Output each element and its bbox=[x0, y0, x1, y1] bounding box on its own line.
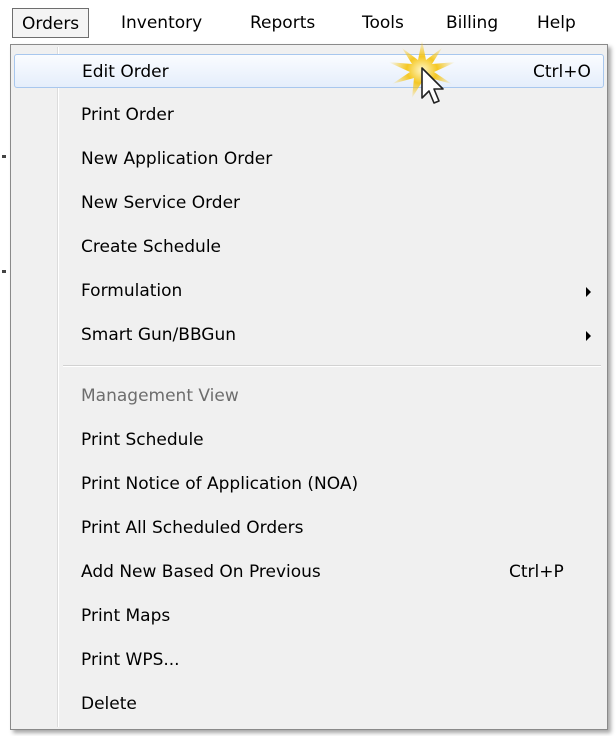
menu-item-label: Print Order bbox=[81, 105, 174, 125]
menu-item-label: Add New Based On Previous bbox=[81, 562, 321, 582]
menu-item-new-service-order[interactable]: New Service Order bbox=[14, 186, 604, 220]
menu-item-print-wps[interactable]: Print WPS... bbox=[14, 643, 604, 677]
menu-item-smart-gun-bbgun[interactable]: Smart Gun/BBGun bbox=[14, 318, 604, 352]
menu-separator bbox=[63, 365, 601, 367]
orders-dropdown-menu: Edit Order Ctrl+O Print Order New Applic… bbox=[10, 44, 608, 730]
menu-item-label: New Application Order bbox=[81, 149, 273, 169]
menu-item-label: Formulation bbox=[81, 281, 183, 301]
submenu-arrow-icon bbox=[586, 331, 591, 341]
window-edge-mark bbox=[2, 270, 6, 273]
mouse-pointer-icon bbox=[388, 40, 456, 104]
menu-item-label: Print All Scheduled Orders bbox=[81, 518, 304, 538]
menu-inventory[interactable]: Inventory bbox=[112, 8, 211, 38]
menu-item-label: Smart Gun/BBGun bbox=[81, 325, 237, 345]
menu-item-new-application-order[interactable]: New Application Order bbox=[14, 142, 604, 176]
menu-item-label: Print Notice of Application (NOA) bbox=[81, 474, 359, 494]
menu-item-print-maps[interactable]: Print Maps bbox=[14, 599, 604, 633]
menu-item-delete[interactable]: Delete bbox=[14, 687, 604, 721]
menu-item-edit-order[interactable]: Edit Order Ctrl+O bbox=[14, 54, 604, 88]
menu-item-management-view: Management View bbox=[14, 379, 604, 413]
menu-reports[interactable]: Reports bbox=[241, 8, 324, 38]
menu-billing[interactable]: Billing bbox=[437, 8, 507, 38]
menu-item-label: Management View bbox=[81, 386, 239, 406]
menu-item-print-schedule[interactable]: Print Schedule bbox=[14, 423, 604, 457]
menu-item-label: Print Maps bbox=[81, 606, 171, 626]
menu-item-label: Delete bbox=[81, 694, 137, 714]
menu-item-formulation[interactable]: Formulation bbox=[14, 274, 604, 308]
menu-item-label: Create Schedule bbox=[81, 237, 222, 257]
menu-item-label: New Service Order bbox=[81, 193, 241, 213]
menu-help[interactable]: Help bbox=[528, 8, 585, 38]
menu-tools[interactable]: Tools bbox=[353, 8, 413, 38]
menu-item-print-noa[interactable]: Print Notice of Application (NOA) bbox=[14, 467, 604, 501]
menu-orders[interactable]: Orders bbox=[12, 8, 90, 38]
submenu-arrow-icon bbox=[586, 287, 591, 297]
menu-item-add-new-based-on-previous[interactable]: Add New Based On Previous Ctrl+P bbox=[14, 555, 604, 589]
window-edge-mark bbox=[2, 155, 6, 158]
menu-item-label: Print Schedule bbox=[81, 430, 204, 450]
menu-item-print-order[interactable]: Print Order bbox=[14, 98, 604, 132]
menu-bar: Orders Inventory Reports Tools Billing H… bbox=[0, 0, 616, 44]
menu-item-label: Print WPS... bbox=[81, 650, 180, 670]
menu-item-create-schedule[interactable]: Create Schedule bbox=[14, 230, 604, 264]
menu-item-shortcut: Ctrl+P bbox=[509, 562, 564, 582]
menu-item-shortcut: Ctrl+O bbox=[533, 62, 591, 82]
menu-item-label: Edit Order bbox=[82, 62, 169, 82]
menu-item-print-all-scheduled-orders[interactable]: Print All Scheduled Orders bbox=[14, 511, 604, 545]
